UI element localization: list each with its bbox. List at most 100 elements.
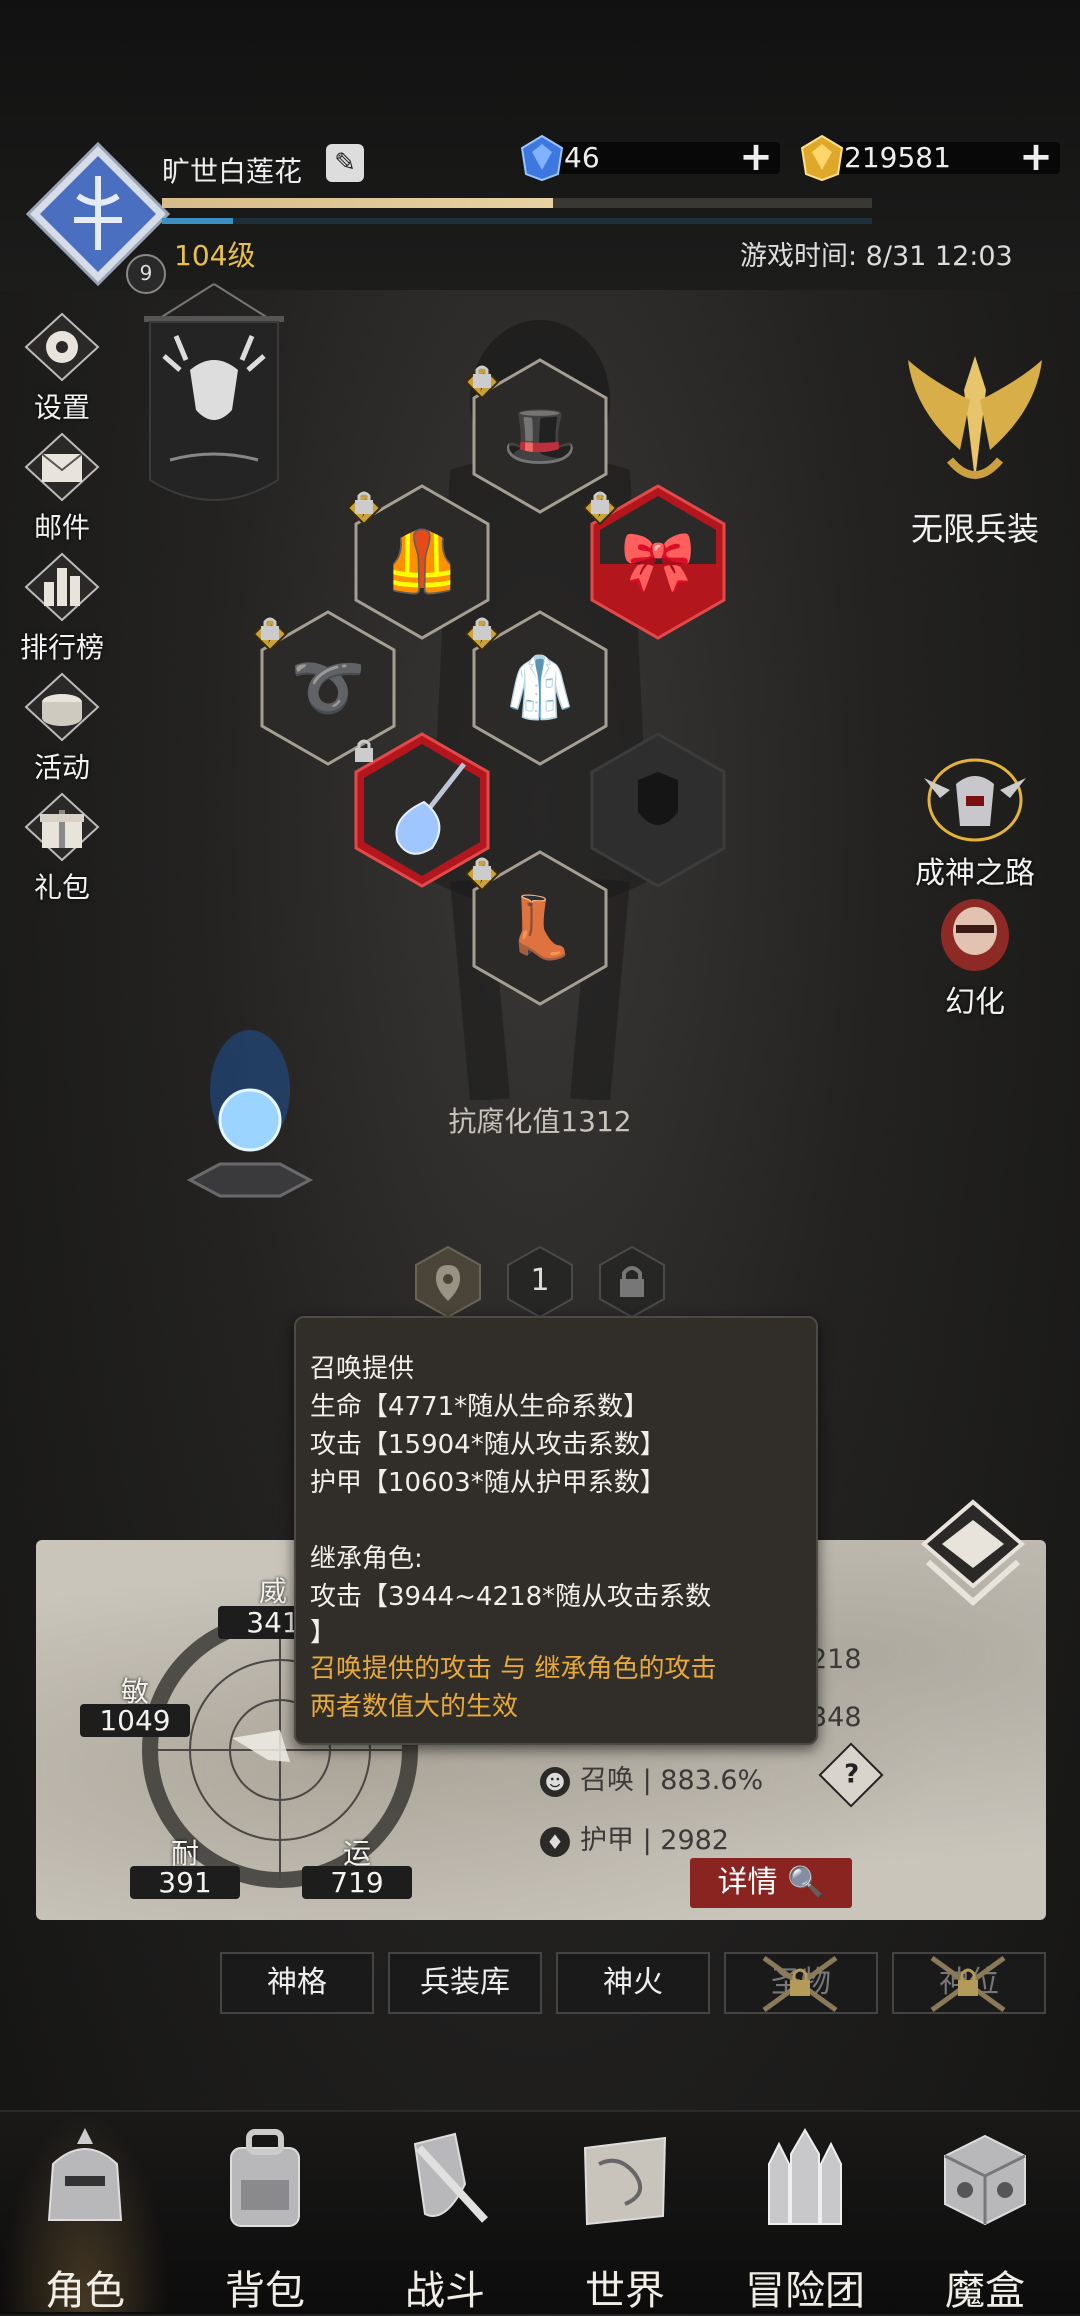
- subtab-divine-fire[interactable]: 神火: [556, 1952, 710, 2014]
- details-label: 详情: [717, 1865, 778, 1900]
- subtab-divinity[interactable]: 神格: [220, 1952, 374, 2014]
- gift-pack-button[interactable]: 礼包: [12, 792, 112, 904]
- events-label: 活动: [33, 751, 90, 784]
- tooltip-line-6: 攻击【3944~4218*随从攻击系数: [310, 1582, 712, 1612]
- equip-slot-boots[interactable]: 👢: [464, 850, 610, 1006]
- knight-helmet-icon: [47, 2128, 123, 2221]
- nav-adventure-team-label: 冒险团: [745, 2268, 865, 2314]
- edit-name-button[interactable]: ✎: [326, 144, 364, 182]
- blue-gem-icon: [520, 134, 564, 182]
- lock-icon: [473, 857, 491, 880]
- tooltip-line-9: 两者数值大的生效: [310, 1692, 519, 1722]
- chest-armor-icon: 🦺: [384, 527, 460, 597]
- summon-icon: ☻: [540, 1766, 570, 1797]
- chain-lock-icon: [762, 1956, 838, 2012]
- unlimited-arms-button[interactable]: 无限兵装: [890, 350, 1060, 570]
- player-name: 旷世白莲花: [162, 155, 303, 188]
- add-gold-button[interactable]: +: [1016, 137, 1056, 178]
- nav-battle-label: 战斗: [405, 2268, 485, 2314]
- slot-tab-number: 1: [530, 1263, 550, 1298]
- gem-count: 46: [564, 141, 600, 174]
- gear-icon: [24, 312, 100, 382]
- tooltip-line-1: 召唤提供: [310, 1354, 415, 1384]
- chain-lock-icon: [930, 1956, 1006, 2012]
- guild-banner[interactable]: [140, 280, 288, 540]
- anti-corruption-value: 抗腐化值1312: [448, 1105, 632, 1138]
- gift-icon: [24, 792, 100, 862]
- nav-world[interactable]: 世界: [540, 2110, 710, 2314]
- details-button[interactable]: 详情 🔍: [690, 1858, 852, 1908]
- lock-icon: [473, 365, 491, 388]
- nav-adventure-team[interactable]: 冒险团: [720, 2110, 890, 2314]
- lock-icon: [599, 1245, 665, 1319]
- location-tab[interactable]: [414, 1245, 482, 1319]
- summon-tooltip: 召唤提供 生命【4771*随从生命系数】 攻击【15904*随从攻击系数】 护甲…: [294, 1316, 818, 1745]
- nav-magic-box-label: 魔盒: [945, 2268, 1025, 2314]
- subtab-relic[interactable]: 圣物: [724, 1952, 878, 2014]
- belt-icon: ➰: [290, 653, 366, 723]
- subtab-armory[interactable]: 兵装库: [388, 1952, 542, 2014]
- lock-icon: [591, 491, 609, 514]
- question-icon: ?: [844, 1759, 860, 1790]
- wizard-hat-icon: 🎩: [502, 401, 578, 471]
- add-gem-button[interactable]: +: [736, 137, 776, 178]
- masked-face-icon: [941, 899, 1009, 971]
- gem-currency: 46 +: [520, 134, 780, 182]
- sword-shield-icon: [413, 2132, 488, 2223]
- gold-count: 219581: [844, 141, 951, 174]
- tooltip-line-7: 】: [310, 1618, 337, 1648]
- gold-currency: 219581 +: [800, 134, 1060, 182]
- robe-icon: 🥼: [502, 653, 578, 723]
- armor-icon: ♦: [540, 1826, 570, 1857]
- lock-icon: [473, 617, 491, 640]
- exp-bar-fill: [162, 198, 553, 208]
- world-map-icon: [583, 2136, 667, 2226]
- godpath-label: 成神之路: [915, 856, 1035, 891]
- transform-button[interactable]: 幻化: [900, 893, 1050, 1020]
- settings-button[interactable]: 设置: [12, 312, 112, 424]
- locked-slot-tab[interactable]: [598, 1245, 666, 1319]
- bow-ribbon-icon: 🎀: [620, 527, 696, 597]
- tooltip-line-5: 继承角色:: [310, 1544, 423, 1574]
- nav-backpack[interactable]: 背包: [180, 2110, 350, 2314]
- attr-summon-row: ☻ 召唤 | 883.6%: [540, 1758, 763, 1797]
- slot-tab-1[interactable]: 1: [506, 1245, 574, 1319]
- nav-character[interactable]: 角色: [0, 2110, 170, 2314]
- nav-battle[interactable]: 战斗: [360, 2110, 530, 2314]
- backpack-icon: [230, 2129, 300, 2227]
- mail-button[interactable]: 邮件: [12, 432, 112, 544]
- magnifier-icon: 🔍: [777, 1865, 825, 1900]
- game-time: 游戏时间: 8/31 12:03: [740, 241, 1013, 272]
- layer-toggle-button[interactable]: [918, 1498, 1028, 1608]
- nav-character-label: 角色: [45, 2268, 125, 2314]
- layers-icon: [920, 1499, 1026, 1607]
- stat-yun-value: 719: [302, 1866, 412, 1899]
- tooltip-line-3: 攻击【15904*随从攻击系数】: [310, 1430, 666, 1460]
- nav-world-label: 世界: [585, 2268, 665, 2314]
- lock-icon: [355, 739, 373, 762]
- ranking-icon: [24, 552, 100, 622]
- staff-weapon-icon: [395, 762, 466, 855]
- stat-min-value: 1049: [80, 1704, 190, 1737]
- mail-icon: [24, 432, 100, 502]
- gold-gem-icon: [800, 134, 844, 182]
- subtab-god-rank[interactable]: 神位: [892, 1952, 1046, 2014]
- ranking-button[interactable]: 排行榜: [12, 552, 112, 664]
- attr-summon-text: 召唤 | 883.6%: [580, 1765, 764, 1796]
- boots-icon: 👢: [502, 893, 578, 963]
- nav-backpack-label: 背包: [225, 2268, 305, 2314]
- castle-icon: [768, 2128, 842, 2225]
- lock-icon: [355, 491, 373, 514]
- attr-armor-text: 护甲 | 2982: [580, 1825, 729, 1856]
- event-drum-icon: [24, 672, 100, 742]
- exp-bar: [162, 198, 872, 208]
- events-button[interactable]: 活动: [12, 672, 112, 784]
- stat-nai-value: 391: [130, 1866, 240, 1899]
- nav-magic-box[interactable]: 魔盒: [900, 2110, 1070, 2314]
- godpath-button[interactable]: 成神之路: [890, 748, 1060, 891]
- secondary-bar-fill: [162, 218, 233, 224]
- settings-label: 设置: [33, 391, 90, 424]
- magic-cube-icon: [944, 2134, 1026, 2226]
- golden-wings-emblem-icon: [908, 356, 1042, 480]
- blue-crystal-pedestal[interactable]: [170, 980, 330, 1220]
